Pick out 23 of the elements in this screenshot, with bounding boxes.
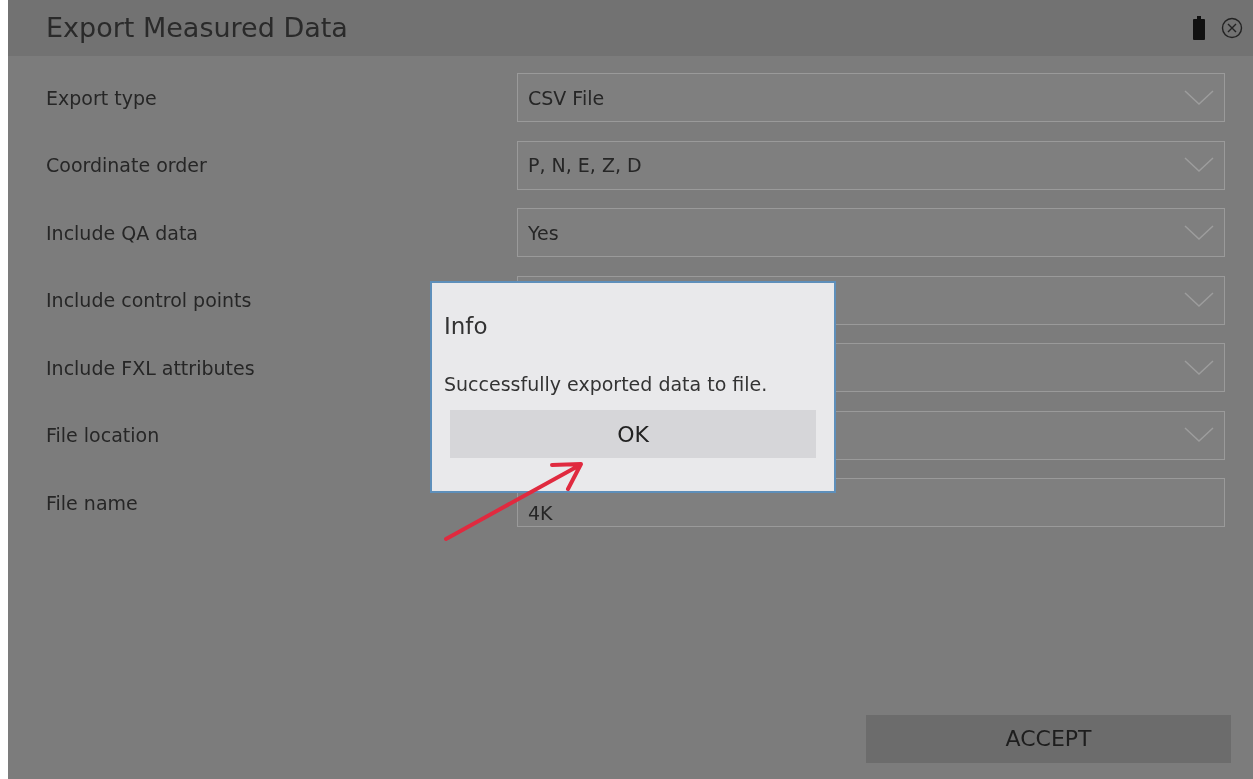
field-label: File location xyxy=(46,423,161,448)
field-label: Coordinate order xyxy=(46,153,208,178)
accept-button[interactable]: ACCEPT xyxy=(866,714,1231,763)
chevron-down-icon xyxy=(1184,359,1214,376)
chevron-down-icon xyxy=(1184,224,1214,241)
field-label: Include FXL attributes xyxy=(46,355,256,381)
chevron-down-icon xyxy=(1184,292,1214,309)
field-label: Include QA data xyxy=(46,220,199,246)
dropdown-field[interactable]: Yes xyxy=(517,208,1225,258)
field-label: Include control points xyxy=(46,288,253,313)
field-label: File name xyxy=(46,490,139,516)
ok-button[interactable]: OK xyxy=(450,410,816,458)
dialog-title: Info xyxy=(444,312,489,341)
dialog-message: Successfully exported data to file. xyxy=(444,371,769,397)
window-title: Export Measured Data xyxy=(46,10,349,45)
chevron-down-icon xyxy=(1184,89,1214,106)
field-label: Export type xyxy=(46,85,158,111)
chevron-down-icon xyxy=(1184,427,1214,444)
dropdown-field[interactable]: P, N, E, Z, D xyxy=(517,140,1225,190)
dropdown-field[interactable]: CSV File xyxy=(517,73,1225,123)
battery-icon xyxy=(1193,16,1205,40)
chevron-down-icon xyxy=(1184,157,1214,174)
close-icon[interactable] xyxy=(1221,17,1243,39)
